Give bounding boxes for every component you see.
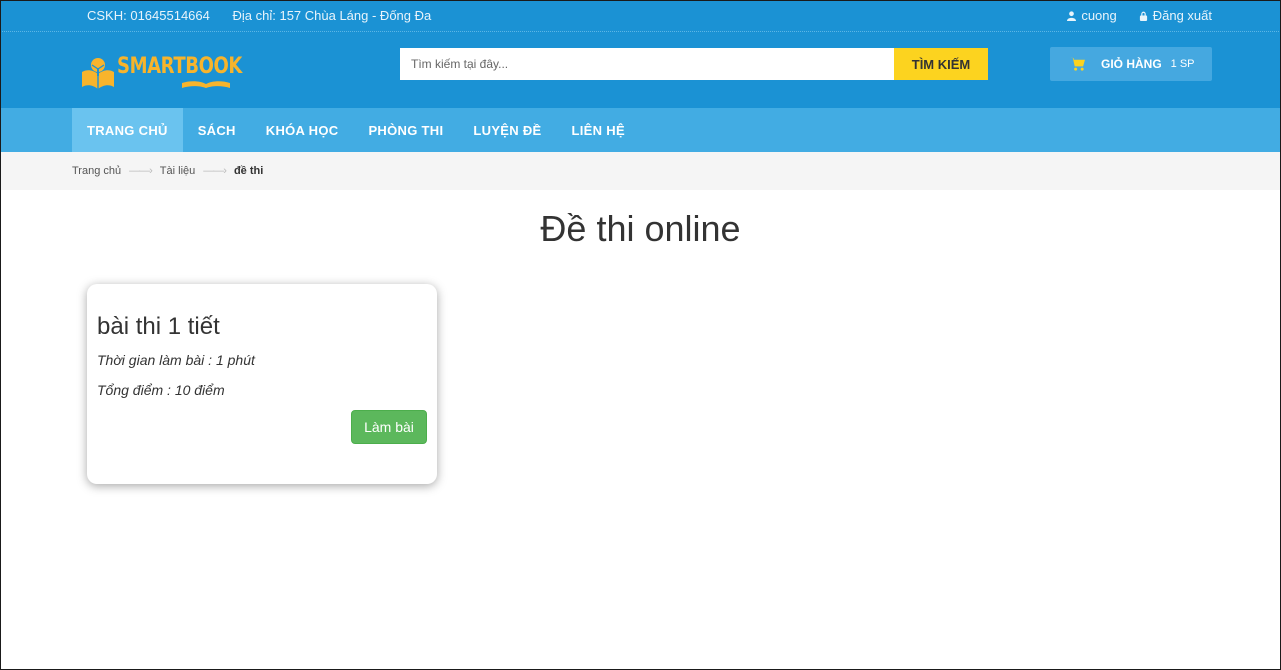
nav-item-contact[interactable]: LIÊN HỆ (557, 108, 640, 152)
logout-label: Đăng xuất (1152, 8, 1212, 23)
nav-item-books[interactable]: SÁCH (183, 108, 251, 152)
user-icon (1067, 10, 1077, 21)
shopping-cart-icon (1070, 57, 1085, 71)
account-link[interactable]: cuong (1067, 8, 1117, 23)
breadcrumb-separator: ——› (129, 165, 153, 177)
logo-text: SMARTBOOK (117, 54, 243, 79)
search-input[interactable] (400, 48, 894, 80)
breadcrumb: Trang chủ ——› Tài liệu ——› đề thi (0, 152, 1281, 190)
nav-item-practice[interactable]: LUYỆN ĐỀ (458, 108, 556, 152)
hotline-text: CSKH: 01645514664 (87, 8, 210, 23)
address-text: Địa chỉ: 157 Chùa Láng - Đống Đa (232, 8, 432, 23)
nav-item-exam-room[interactable]: PHÒNG THI (353, 108, 458, 152)
cart-count: 1 SP (1170, 58, 1195, 70)
breadcrumb-separator: ——› (203, 165, 227, 177)
lock-icon (1139, 11, 1147, 21)
nav-item-home[interactable]: TRANG CHỦ (72, 108, 183, 152)
user-name: cuong (1081, 8, 1117, 23)
search-button[interactable]: TÌM KIẾM (894, 48, 988, 80)
breadcrumb-home[interactable]: Trang chủ (72, 165, 121, 177)
start-exam-button[interactable]: Làm bài (351, 410, 427, 444)
cart-label: GIỎ HÀNG (1101, 57, 1162, 71)
top-info-bar: CSKH: 01645514664 Địa chỉ: 157 Chùa Láng… (0, 0, 1281, 32)
nav-item-courses[interactable]: KHÓA HỌC (251, 108, 354, 152)
exam-card: bài thi 1 tiết Thời gian làm bài : 1 phú… (87, 284, 437, 484)
breadcrumb-documents[interactable]: Tài liệu (160, 165, 195, 177)
logo-book-base-icon (182, 81, 230, 88)
exam-duration: Thời gian làm bài : 1 phút (97, 352, 255, 368)
page-title: Đề thi online (540, 208, 741, 249)
exam-total-score: Tổng điểm : 10 điểm (97, 382, 225, 398)
contact-info: CSKH: 01645514664 Địa chỉ: 157 Chùa Láng… (87, 8, 431, 23)
book-tree-logo-icon (82, 58, 114, 89)
cart-button[interactable]: GIỎ HÀNG 1 SP (1050, 47, 1212, 81)
logout-link[interactable]: Đăng xuất (1139, 8, 1212, 23)
site-header: SMARTBOOK TÌM KIẾM GIỎ HÀNG 1 SP (0, 32, 1281, 108)
smartbook-logo[interactable]: SMARTBOOK (79, 54, 242, 94)
exam-title: bài thi 1 tiết (97, 313, 220, 340)
main-nav: TRANG CHỦ SÁCH KHÓA HỌC PHÒNG THI LUYỆN … (0, 108, 1281, 152)
breadcrumb-current: đề thi (233, 165, 264, 177)
account-links: cuong Đăng xuất (1067, 8, 1212, 23)
